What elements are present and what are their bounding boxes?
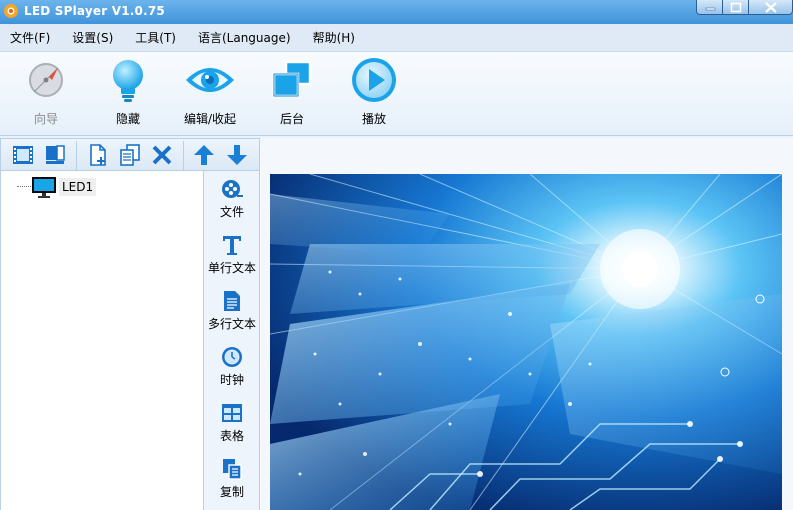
add-table-button[interactable]: 表格	[204, 401, 260, 457]
app-logo-icon	[4, 4, 18, 18]
background-label: 后台	[279, 112, 304, 126]
play-label: 播放	[361, 112, 386, 126]
eye-icon	[186, 68, 234, 92]
menu-file[interactable]: 文件(F)	[10, 29, 50, 46]
close-button[interactable]	[749, 0, 793, 15]
add-multi-line-text-label: 多行文本	[207, 317, 256, 331]
film-icon[interactable]	[11, 143, 35, 167]
add-file-label: 文件	[219, 205, 244, 219]
wizard-label: 向导	[33, 112, 58, 126]
copy-icon	[223, 459, 242, 480]
add-clock-label: 时钟	[219, 373, 244, 387]
program-tree: LED1	[0, 171, 204, 510]
copy-button[interactable]: 复制	[204, 457, 260, 510]
hide-button[interactable]: 隐藏	[93, 56, 163, 134]
copy-pages-icon[interactable]	[118, 143, 142, 167]
title-bar: LED SPlayer V1.0.75	[0, 0, 793, 24]
tree-connector	[17, 186, 31, 187]
screen-icon[interactable]	[43, 143, 67, 167]
add-table-label: 表格	[219, 429, 244, 443]
edit-collapse-button[interactable]: 编辑/收起	[175, 56, 245, 134]
add-multi-line-text-button[interactable]: 多行文本	[204, 289, 260, 345]
clock-icon	[222, 347, 242, 367]
add-single-line-text-button[interactable]: 单行文本	[204, 233, 260, 289]
text-t-icon	[223, 236, 241, 255]
background-button[interactable]: 后台	[257, 56, 327, 134]
add-single-line-text-label: 单行文本	[207, 261, 256, 275]
menu-help[interactable]: 帮助(H)	[313, 29, 355, 46]
arrow-down-icon[interactable]	[225, 143, 249, 167]
edit-collapse-label: 编辑/收起	[183, 112, 237, 126]
film-reel-icon	[222, 180, 243, 198]
window-title: LED SPlayer V1.0.75	[24, 4, 165, 18]
hide-label: 隐藏	[115, 112, 140, 126]
play-icon	[352, 58, 396, 102]
content-type-toolbar: 文件 单行文本 多行文本 时钟 表格 复制	[204, 171, 260, 510]
program-toolbar	[0, 138, 260, 171]
toolbar-separator	[76, 141, 77, 170]
table-icon	[222, 404, 242, 422]
toolbar-separator	[183, 141, 184, 170]
menu-language[interactable]: 语言(Language)	[198, 29, 291, 46]
menu-tools[interactable]: 工具(T)	[135, 29, 176, 46]
window-controls	[696, 0, 793, 16]
main-toolbar: 向导 隐藏 编辑/收起 后台 播放	[0, 51, 793, 136]
preview-background-image	[270, 174, 782, 510]
maximize-button[interactable]	[723, 0, 749, 15]
windows-icon	[272, 60, 312, 98]
monitor-icon	[32, 177, 56, 198]
tree-item-led1[interactable]: LED1	[31, 176, 97, 198]
tree-item-label: LED1	[59, 178, 97, 196]
menu-settings[interactable]: 设置(S)	[72, 29, 113, 46]
close-icon	[765, 2, 777, 13]
menu-bar: 文件(F) 设置(S) 工具(T) 语言(Language) 帮助(H)	[0, 24, 793, 51]
bulb-icon	[113, 60, 143, 102]
play-button[interactable]: 播放	[339, 56, 409, 134]
minimize-button[interactable]	[696, 0, 723, 15]
maximize-icon	[730, 2, 742, 13]
document-icon	[224, 291, 240, 311]
wizard-button[interactable]: 向导	[11, 56, 81, 134]
new-page-icon[interactable]	[86, 143, 110, 167]
minimize-icon	[705, 7, 716, 11]
add-clock-button[interactable]: 时钟	[204, 345, 260, 401]
delete-icon[interactable]	[150, 143, 174, 167]
arrow-up-icon[interactable]	[192, 143, 216, 167]
led-preview-canvas[interactable]	[270, 174, 782, 510]
wizard-icon	[29, 63, 63, 97]
add-file-button[interactable]: 文件	[204, 177, 260, 233]
copy-label: 复制	[219, 485, 244, 499]
